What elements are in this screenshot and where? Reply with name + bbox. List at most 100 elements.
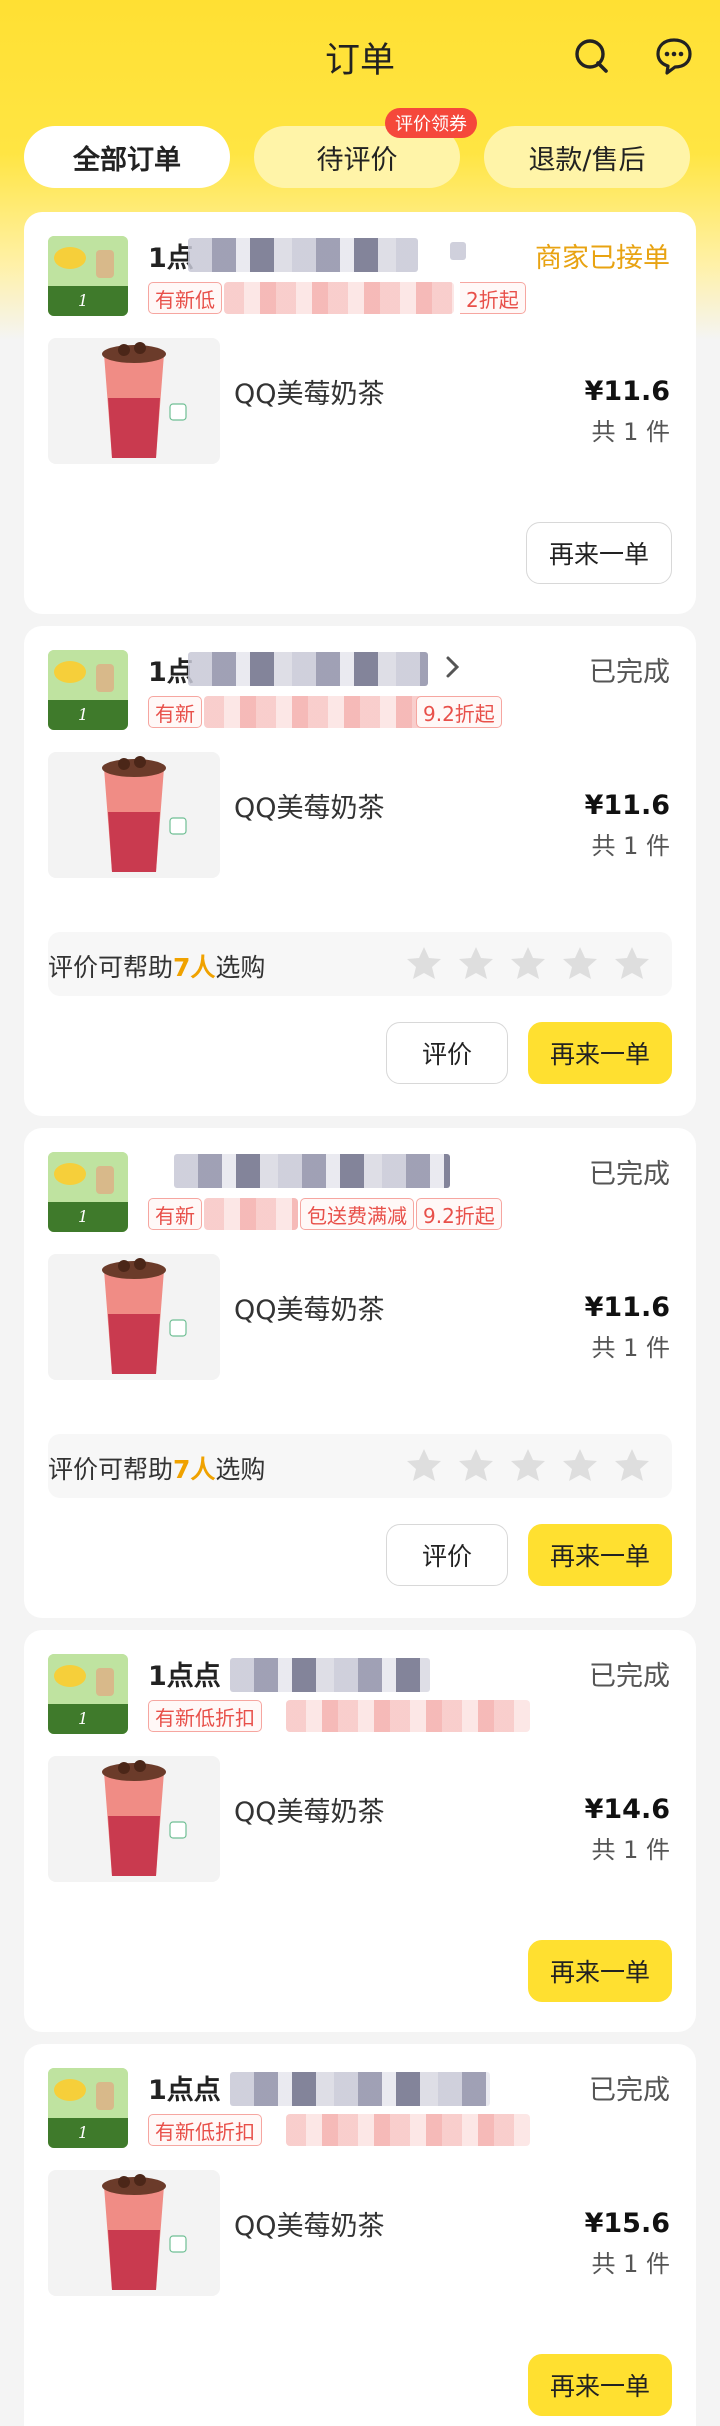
shop-name: 1点 bbox=[148, 657, 194, 688]
reorder-button[interactable]: 再来一单 bbox=[528, 1940, 672, 2002]
shop-name-blurred bbox=[230, 2072, 490, 2106]
promo-tag: 9.2折起 bbox=[416, 696, 502, 728]
promo-blurred bbox=[286, 1700, 530, 1732]
reorder-button[interactable]: 再来一单 bbox=[528, 1524, 672, 1586]
order-status: 已完成 bbox=[589, 1661, 670, 1692]
svg-text:1: 1 bbox=[78, 291, 88, 310]
chevron-right-icon[interactable] bbox=[442, 650, 464, 684]
review-hint: 评价可帮助7人选购 bbox=[48, 1450, 265, 1486]
promo-tag: 有新 bbox=[148, 1198, 202, 1230]
shop-name: 1点点 bbox=[148, 1661, 221, 1692]
order-price: ¥11.6 bbox=[584, 376, 670, 407]
star-icon[interactable] bbox=[456, 1446, 496, 1486]
order-quantity: 共 1 件 bbox=[591, 2250, 670, 2278]
promo-tag: 有新 bbox=[148, 696, 202, 728]
promo-blurred bbox=[204, 696, 440, 728]
shop-name-blurred bbox=[230, 1658, 430, 1692]
product-name: QQ美莓奶茶 bbox=[234, 1797, 385, 1828]
review-hint-count: 7人 bbox=[173, 953, 216, 982]
promo-tag: 9.2折起 bbox=[416, 1198, 502, 1230]
shop-name-blurred bbox=[450, 242, 466, 260]
shop-logo: 1 bbox=[48, 1152, 128, 1232]
order-status: 已完成 bbox=[589, 1159, 670, 1190]
svg-text:1: 1 bbox=[78, 1207, 88, 1226]
star-icon[interactable] bbox=[612, 944, 652, 984]
order-quantity: 共 1 件 bbox=[591, 1334, 670, 1362]
order-quantity: 共 1 件 bbox=[591, 418, 670, 446]
svg-text:1: 1 bbox=[78, 705, 88, 724]
shop-name-blurred bbox=[188, 652, 428, 686]
product-image bbox=[48, 752, 220, 878]
review-button[interactable]: 评价 bbox=[386, 1022, 508, 1084]
order-card[interactable]: 1 1点点 已完成 有新低折扣 QQ美莓奶茶 ¥14.6 共 1 件 再来一单 bbox=[24, 1630, 696, 2032]
search-icon[interactable] bbox=[572, 36, 612, 76]
star-icon[interactable] bbox=[404, 944, 444, 984]
svg-text:1: 1 bbox=[78, 1709, 88, 1728]
product-image bbox=[48, 2170, 220, 2296]
product-name: QQ美莓奶茶 bbox=[234, 379, 385, 410]
tab-refund[interactable]: 退款/售后 bbox=[484, 126, 690, 188]
review-coupon-badge: 评价领券 bbox=[385, 108, 477, 138]
product-image bbox=[48, 1254, 220, 1380]
product-name: QQ美莓奶茶 bbox=[234, 2211, 385, 2242]
star-icon[interactable] bbox=[404, 1446, 444, 1486]
promo-tag: 有新低 bbox=[148, 282, 222, 314]
promo-tag: 有新低折扣 bbox=[148, 2114, 262, 2146]
order-price: ¥11.6 bbox=[584, 1292, 670, 1323]
shop-name: 1点 bbox=[148, 243, 194, 274]
product-name: QQ美莓奶茶 bbox=[234, 1295, 385, 1326]
reorder-button[interactable]: 再来一单 bbox=[528, 1022, 672, 1084]
product-name: QQ美莓奶茶 bbox=[234, 793, 385, 824]
order-quantity: 共 1 件 bbox=[591, 1836, 670, 1864]
promo-tag: 2折起 bbox=[460, 282, 526, 314]
shop-logo: 1 bbox=[48, 236, 128, 316]
star-icon[interactable] bbox=[560, 944, 600, 984]
reorder-button[interactable]: 再来一单 bbox=[526, 522, 672, 584]
order-status: 商家已接单 bbox=[535, 243, 670, 274]
header: 订单 bbox=[0, 0, 720, 118]
promo-blurred bbox=[286, 2114, 530, 2146]
order-status: 已完成 bbox=[589, 657, 670, 688]
review-hint-suffix: 选购 bbox=[215, 953, 266, 982]
star-icon[interactable] bbox=[508, 944, 548, 984]
order-card[interactable]: 1 1点点 已完成 有新低折扣 QQ美莓奶茶 ¥15.6 共 1 件 再来一单 bbox=[24, 2044, 696, 2426]
shop-logo: 1 bbox=[48, 2068, 128, 2148]
rating-stars[interactable] bbox=[404, 1446, 652, 1486]
shop-logo: 1 bbox=[48, 650, 128, 730]
shop-name-blurred bbox=[174, 1154, 450, 1188]
order-status: 已完成 bbox=[589, 2075, 670, 2106]
order-price: ¥15.6 bbox=[584, 2208, 670, 2239]
order-card[interactable]: 1 1点 已完成 有新 9.2折起 QQ美莓奶茶 ¥11.6 共 1 件 评价可… bbox=[24, 626, 696, 1116]
promo-tag: 有新低折扣 bbox=[148, 1700, 262, 1732]
review-hint-prefix: 评价可帮助 bbox=[48, 1455, 174, 1484]
product-image bbox=[48, 1756, 220, 1882]
page-title: 订单 bbox=[324, 41, 395, 81]
tab-all-orders[interactable]: 全部订单 bbox=[24, 126, 230, 188]
star-icon[interactable] bbox=[508, 1446, 548, 1486]
shop-name: 1点点 bbox=[148, 2075, 221, 2106]
star-icon[interactable] bbox=[612, 1446, 652, 1486]
product-image bbox=[48, 338, 220, 464]
star-icon[interactable] bbox=[456, 944, 496, 984]
promo-tag: 包送费满减 bbox=[300, 1198, 414, 1230]
svg-text:1: 1 bbox=[78, 2123, 88, 2142]
order-tabs: 全部订单 待评价 退款/售后 评价领券 bbox=[0, 108, 720, 190]
order-card[interactable]: 1 已完成 有新 包送费满减 9.2折起 QQ美莓奶茶 ¥11.6 共 1 件 … bbox=[24, 1128, 696, 1618]
star-icon[interactable] bbox=[560, 1446, 600, 1486]
order-price: ¥14.6 bbox=[584, 1794, 670, 1825]
review-prompt: 评价可帮助7人选购 bbox=[48, 1434, 672, 1498]
review-button[interactable]: 评价 bbox=[386, 1524, 508, 1586]
order-quantity: 共 1 件 bbox=[591, 832, 670, 860]
shop-name-blurred bbox=[188, 238, 418, 272]
shop-logo: 1 bbox=[48, 1654, 128, 1734]
chat-icon[interactable] bbox=[654, 36, 694, 76]
review-hint-prefix: 评价可帮助 bbox=[48, 953, 174, 982]
review-hint-suffix: 选购 bbox=[215, 1455, 266, 1484]
review-prompt: 评价可帮助7人选购 bbox=[48, 932, 672, 996]
reorder-button[interactable]: 再来一单 bbox=[528, 2354, 672, 2416]
review-hint: 评价可帮助7人选购 bbox=[48, 948, 265, 984]
promo-blurred bbox=[204, 1198, 298, 1230]
order-card[interactable]: 1 1点 商家已接单 有新低 2折起 QQ美莓奶茶 ¥11.6 共 1 件 再来… bbox=[24, 212, 696, 614]
rating-stars[interactable] bbox=[404, 944, 652, 984]
review-hint-count: 7人 bbox=[173, 1455, 216, 1484]
